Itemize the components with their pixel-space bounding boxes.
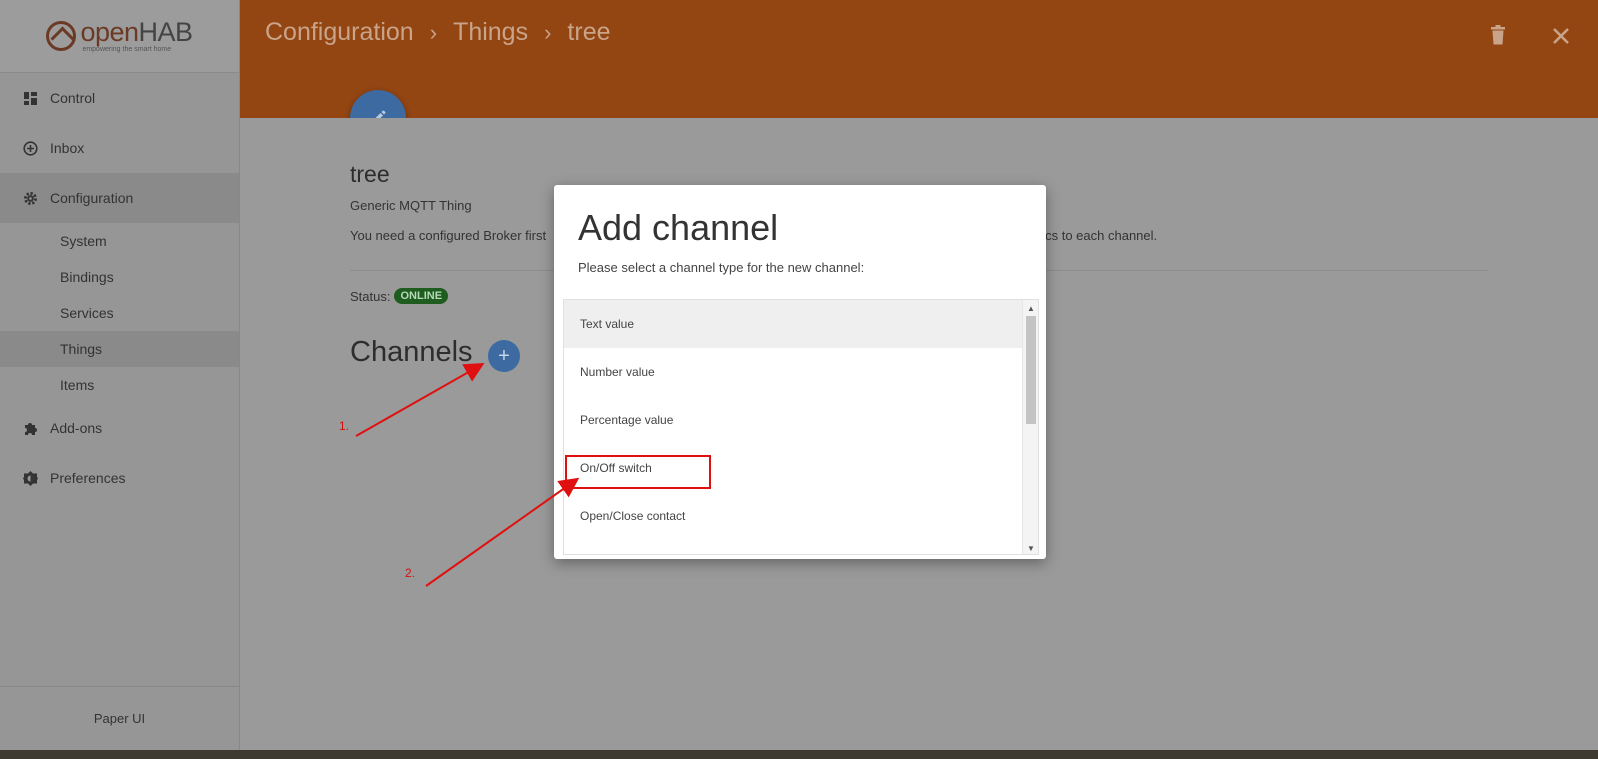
annotation-label-2: 2. xyxy=(405,566,416,580)
brightness-icon xyxy=(22,470,38,486)
breadcrumb-things[interactable]: Things xyxy=(453,18,528,47)
sidebar: openHAB empowering the smart home Contro… xyxy=(0,0,240,750)
channels-heading: Channels xyxy=(350,336,473,368)
channel-type-list: Text value Number value Percentage value… xyxy=(563,299,1039,555)
annotation-highlight-box xyxy=(565,455,711,489)
page-header: Configuration › Things › tree xyxy=(240,0,1598,118)
sidebar-subitem-bindings[interactable]: Bindings xyxy=(0,259,239,295)
status-badge: ONLINE xyxy=(394,288,449,304)
sidebar-footer: Paper UI xyxy=(0,686,239,750)
logo-text-main: open xyxy=(80,17,139,47)
sidebar-subitem-items[interactable]: Items xyxy=(0,367,239,403)
sidebar-item-label: Preferences xyxy=(50,470,126,486)
dashboard-icon xyxy=(22,90,38,106)
thing-description-start: You need a configured Broker first xyxy=(350,228,547,243)
logo-text-accent: HAB xyxy=(138,17,194,47)
annotation-label-1: 1. xyxy=(339,419,350,433)
puzzle-icon xyxy=(22,420,38,436)
dialog-title: Add channel xyxy=(578,207,779,248)
sidebar-subitem-things[interactable]: Things xyxy=(0,331,239,367)
channel-type-option[interactable]: Open/Close contact xyxy=(564,492,1024,540)
openhab-logo: openHAB empowering the smart home xyxy=(46,17,194,53)
thing-description-end: pics to each channel. xyxy=(1035,228,1158,243)
breadcrumb-configuration[interactable]: Configuration xyxy=(265,18,414,47)
thing-type: Generic MQTT Thing xyxy=(350,198,472,213)
trash-icon[interactable] xyxy=(1490,24,1506,52)
dialog-subtitle: Please select a channel type for the new… xyxy=(578,260,865,275)
sidebar-item-label: Inbox xyxy=(50,140,85,156)
sidebar-item-label: Configuration xyxy=(50,190,134,206)
add-circle-icon xyxy=(22,140,38,156)
gear-icon xyxy=(22,190,38,206)
scrollbar-thumb[interactable] xyxy=(1026,316,1036,424)
add-channel-button[interactable]: + xyxy=(488,340,520,372)
plus-icon: + xyxy=(498,344,510,367)
status-label: Status: xyxy=(350,288,391,304)
sidebar-item-control[interactable]: Control xyxy=(0,73,239,123)
openhab-logo-icon xyxy=(46,21,77,51)
breadcrumb-separator: › xyxy=(429,19,438,45)
os-taskbar xyxy=(0,750,1598,759)
sidebar-item-label: Control xyxy=(50,90,96,106)
thing-name: tree xyxy=(350,161,390,187)
list-scrollbar[interactable]: ▲ ▼ xyxy=(1022,300,1038,554)
sidebar-subitem-system[interactable]: System xyxy=(0,223,239,259)
channel-type-option[interactable]: Number value xyxy=(564,348,1024,396)
logo-area[interactable]: openHAB empowering the smart home xyxy=(0,0,239,73)
add-channel-dialog: Add channel Please select a channel type… xyxy=(554,185,1046,559)
channel-type-option[interactable]: Text value xyxy=(564,300,1024,348)
breadcrumb: Configuration › Things › tree xyxy=(265,18,611,47)
close-icon[interactable] xyxy=(1552,24,1570,52)
sidebar-item-preferences[interactable]: Preferences xyxy=(0,453,239,503)
sidebar-item-label: Add-ons xyxy=(50,420,103,436)
sidebar-subitem-services[interactable]: Services xyxy=(0,295,239,331)
breadcrumb-current: tree xyxy=(567,18,611,46)
channel-type-option[interactable]: Percentage value xyxy=(564,396,1024,444)
scroll-down-arrow-icon[interactable]: ▼ xyxy=(1023,540,1038,554)
breadcrumb-separator: › xyxy=(544,19,552,45)
logo-tagline: empowering the smart home xyxy=(82,46,172,53)
sidebar-item-addons[interactable]: Add-ons xyxy=(0,403,239,453)
scroll-up-arrow-icon[interactable]: ▲ xyxy=(1023,300,1038,316)
sidebar-item-inbox[interactable]: Inbox xyxy=(0,123,239,173)
thing-status: Status: ONLINE xyxy=(350,288,449,304)
sidebar-item-configuration[interactable]: Configuration xyxy=(0,173,239,223)
